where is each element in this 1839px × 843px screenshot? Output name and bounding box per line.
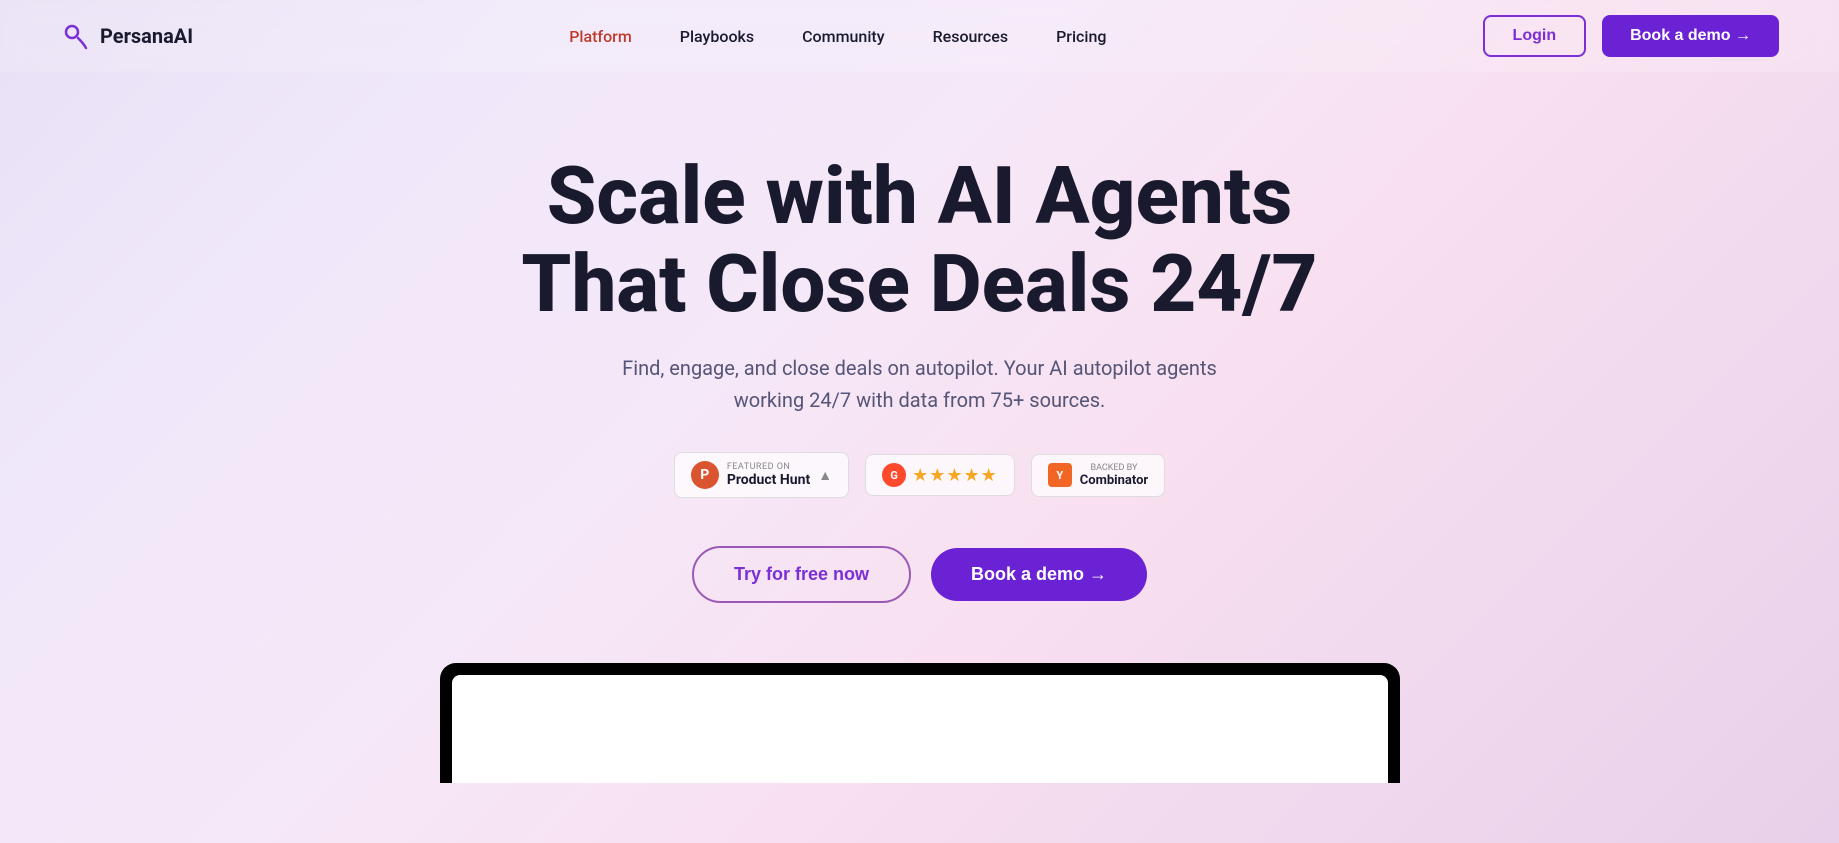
hero-section: Scale with AI Agents That Close Deals 24… xyxy=(0,72,1839,843)
badges-row: P FEATURED ON Product Hunt ▲ G ★★★★★ Y B… xyxy=(674,452,1165,498)
g2-badge[interactable]: G ★★★★★ xyxy=(865,454,1015,496)
product-hunt-text: FEATURED ON Product Hunt xyxy=(727,462,810,488)
hero-title: Scale with AI Agents That Close Deals 24… xyxy=(521,152,1317,328)
product-hunt-icon: P xyxy=(691,461,719,489)
navbar: PersanaAI Platform Playbooks Community R… xyxy=(0,0,1839,72)
product-hunt-arrow: ▲ xyxy=(818,467,832,484)
nav-item-resources[interactable]: Resources xyxy=(933,27,1009,46)
persana-logo-icon xyxy=(60,20,92,52)
hero-subtitle: Find, engage, and close deals on autopil… xyxy=(620,352,1220,416)
cta-buttons: Try for free now Book a demo → xyxy=(692,546,1147,603)
g2-stars: ★★★★★ xyxy=(912,465,998,486)
nav-actions: Login Book a demo → xyxy=(1483,15,1779,57)
nav-item-playbooks[interactable]: Playbooks xyxy=(680,27,754,46)
yc-text: Backed by Combinator xyxy=(1080,463,1148,488)
yc-badge[interactable]: Y Backed by Combinator xyxy=(1031,454,1165,497)
product-hunt-badge[interactable]: P FEATURED ON Product Hunt ▲ xyxy=(674,452,849,498)
dashboard-preview xyxy=(440,663,1400,783)
try-free-button[interactable]: Try for free now xyxy=(692,546,911,603)
login-button[interactable]: Login xyxy=(1483,15,1587,57)
book-demo-nav-button[interactable]: Book a demo → xyxy=(1602,15,1779,57)
nav-links: Platform Playbooks Community Resources P… xyxy=(569,27,1106,46)
dashboard-inner xyxy=(452,675,1388,783)
g2-icon: G xyxy=(882,463,906,487)
logo[interactable]: PersanaAI xyxy=(60,20,193,52)
nav-item-pricing[interactable]: Pricing xyxy=(1056,27,1106,46)
nav-item-community[interactable]: Community xyxy=(802,27,884,46)
book-demo-hero-button[interactable]: Book a demo → xyxy=(931,548,1147,601)
logo-text: PersanaAI xyxy=(100,24,193,48)
yc-icon: Y xyxy=(1048,463,1072,487)
nav-item-platform[interactable]: Platform xyxy=(569,27,632,46)
